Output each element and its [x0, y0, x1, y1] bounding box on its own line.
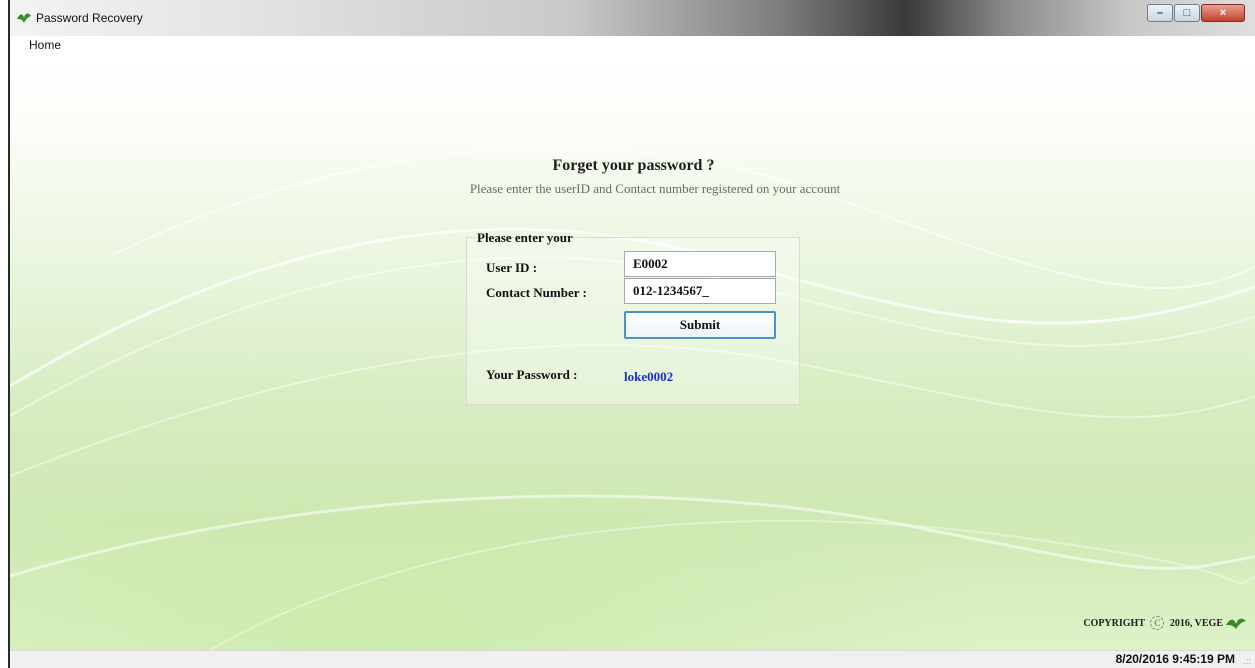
leaf-icon [17, 13, 31, 23]
minimize-button[interactable]: – [1147, 4, 1173, 22]
title-bar[interactable]: Password Recovery – □ × [10, 0, 1255, 36]
client-area: Forget your password ? Please enter the … [10, 56, 1255, 650]
password-recovery-window: Password Recovery – □ × Home Forget your… [8, 0, 1255, 668]
status-datetime: 8/20/2016 9:45:19 PM [1115, 652, 1235, 666]
resize-grip-icon[interactable]: .:: [1243, 656, 1251, 666]
recovery-groupbox: Please enter your User ID : E0002 Contac… [466, 230, 800, 405]
close-button[interactable]: × [1201, 4, 1245, 22]
page-title: Forget your password ? [552, 157, 715, 174]
copyright-suffix: 2016, VEGE [1169, 618, 1223, 629]
status-bar: 8/20/2016 9:45:19 PM .:: [10, 650, 1255, 668]
menu-item-home[interactable]: Home [29, 38, 61, 52]
password-value: loke0002 [624, 369, 674, 384]
window-controls: – □ × [1146, 4, 1245, 22]
leaf-icon [1226, 618, 1246, 629]
page-subtitle: Please enter the userID and Contact numb… [469, 181, 841, 196]
submit-button[interactable]: Submit [624, 311, 776, 339]
user-id-input[interactable]: E0002 [624, 251, 776, 277]
window-title: Password Recovery [36, 11, 143, 25]
maximize-icon: □ [1183, 7, 1191, 19]
groupbox-title: Please enter your [477, 230, 573, 245]
close-icon: × [1219, 7, 1227, 19]
copyright-prefix: COPYRIGHT [1083, 618, 1145, 629]
password-label: Your Password : [486, 367, 578, 382]
contact-number-input[interactable]: 012-1234567_ [624, 278, 776, 304]
copyright-icon: C [1150, 616, 1165, 630]
maximize-button[interactable]: □ [1174, 4, 1200, 22]
copyright-notice: COPYRIGHT C 2016, VEGE [1083, 616, 1223, 630]
user-id-label: User ID : [486, 260, 538, 275]
contact-number-label: Contact Number : [486, 285, 587, 300]
menu-bar: Home [10, 36, 1255, 56]
minimize-icon: – [1156, 7, 1164, 19]
